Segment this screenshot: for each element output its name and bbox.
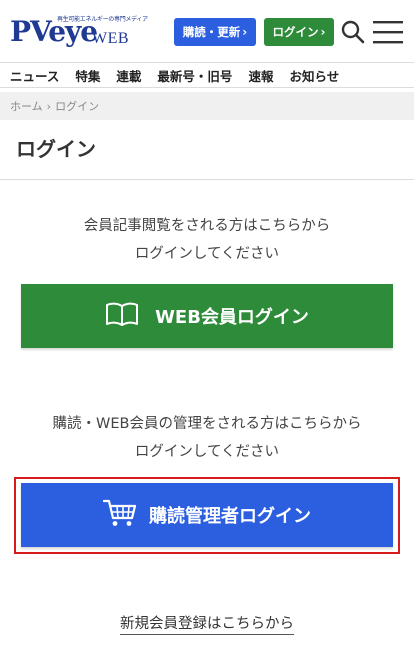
web-member-login-button[interactable]: WEB会員ログイン (21, 284, 393, 348)
hamburger-menu-icon[interactable] (372, 18, 404, 46)
member-login-message: 会員記事閲覧をされる方はこちらから ログインしてください (0, 212, 414, 268)
nav-item-news[interactable]: ニュース (10, 66, 59, 85)
member-login-message-line2: ログインしてください (134, 246, 280, 262)
logo-sub-text: WEB (92, 30, 130, 47)
site-logo[interactable]: 再生可能エネルギーの専門メディア PVeye WEB (10, 14, 148, 50)
nav-item-features[interactable]: 特集 (75, 66, 100, 85)
nav-item-notices[interactable]: お知らせ (289, 66, 339, 85)
breadcrumb: ホーム › ログイン (0, 92, 414, 120)
subscription-login-message-line1: 購読・WEB会員の管理をされる方はこちらから (52, 416, 362, 432)
page-title: ログイン (16, 137, 96, 161)
search-icon[interactable] (340, 19, 366, 45)
site-header: 再生可能エネルギーの専門メディア PVeye WEB 購読・更新 › ログイン … (0, 0, 414, 62)
header-login-button[interactable]: ログイン › (264, 18, 334, 46)
header-login-label: ログイン (272, 25, 319, 39)
logo-main-text: PVeye (10, 15, 98, 48)
chevron-right-icon: › (242, 25, 248, 39)
breadcrumb-home[interactable]: ホーム (10, 98, 43, 114)
breadcrumb-separator-icon: › (46, 99, 52, 113)
subscribe-renew-button[interactable]: 購読・更新 › (174, 18, 256, 46)
cart-icon (102, 498, 137, 533)
member-login-message-line1: 会員記事閲覧をされる方はこちらから (83, 218, 331, 234)
title-divider (0, 179, 414, 180)
breadcrumb-current: ログイン (55, 100, 100, 113)
subscription-admin-login-button[interactable]: 購読管理者ログイン (21, 483, 393, 547)
subscription-login-message: 購読・WEB会員の管理をされる方はこちらから ログインしてください (0, 410, 414, 466)
subscription-login-message-line2: ログインしてください (134, 444, 280, 460)
main-nav: ニュース 特集 連載 最新号・旧号 速報 お知らせ (0, 62, 414, 88)
subscribe-renew-label: 購読・更新 (182, 25, 241, 39)
new-member-register-link[interactable]: 新規会員登録はこちらから (120, 616, 294, 635)
nav-item-series[interactable]: 連載 (116, 66, 141, 85)
subscription-admin-login-label: 購読管理者ログイン (149, 506, 311, 527)
chevron-right-icon: › (320, 25, 326, 39)
web-member-login-label: WEB会員ログイン (155, 307, 309, 328)
book-icon (105, 301, 139, 332)
nav-item-issues[interactable]: 最新号・旧号 (157, 66, 232, 85)
nav-item-flash[interactable]: 速報 (248, 66, 273, 85)
register-link-container: 新規会員登録はこちらから (0, 612, 414, 635)
